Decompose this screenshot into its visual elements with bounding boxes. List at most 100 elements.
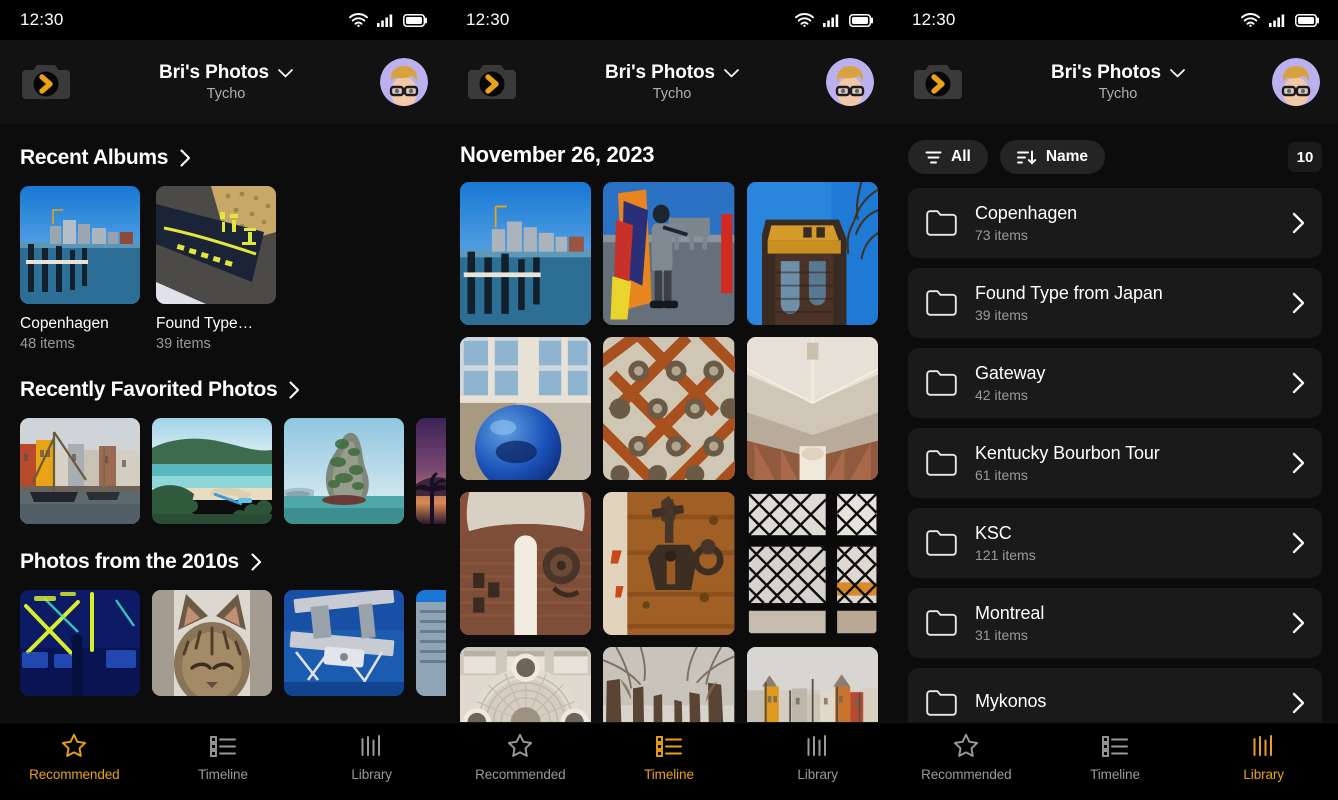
chevron-right-icon[interactable] — [1292, 692, 1306, 714]
header-subtitle: Tycho — [652, 86, 692, 102]
folder-icon — [926, 290, 957, 316]
bottom-tab-bar[interactable]: Recommended Timeline Library — [446, 722, 892, 800]
chevron-right-icon[interactable] — [1292, 532, 1306, 554]
favorited-photos-strip[interactable] — [0, 418, 446, 524]
bottom-tab-bar[interactable]: Recommended Timeline Library — [0, 722, 446, 800]
wifi-icon — [1241, 13, 1260, 27]
album-text: Gateway 42 items — [975, 363, 1275, 403]
photo-tile-nyhavn-waterfront[interactable] — [746, 647, 878, 722]
album-text: Found Type from Japan 39 items — [975, 283, 1275, 323]
tab-library[interactable]: Library — [1189, 732, 1338, 782]
avatar[interactable] — [380, 58, 428, 106]
battery-icon — [403, 13, 427, 27]
photo-tile-copenhagen-harbor-pylons[interactable] — [460, 182, 592, 326]
photo-tile-tabby-cat[interactable] — [152, 590, 272, 696]
header-title-block[interactable]: Bri's Photos Tycho — [72, 62, 380, 102]
photo-tile-cathedral-nave[interactable] — [746, 337, 878, 481]
album-text: Mykonos — [975, 691, 1275, 715]
star-icon — [61, 732, 87, 759]
section-header-2010s[interactable]: Photos from the 2010s — [0, 550, 446, 574]
filter-icon — [925, 151, 942, 163]
photo-tile-brick-tower-blue-sky[interactable] — [746, 182, 878, 326]
album-list-item[interactable]: KSC 121 items — [908, 508, 1322, 578]
recommended-scroll-body[interactable]: Recent Albums Copenhagen 48 items Found … — [0, 124, 446, 722]
photo-tile-domed-rotunda-ceiling[interactable] — [460, 647, 592, 722]
chevron-right-icon[interactable] — [1292, 212, 1306, 234]
status-icons — [349, 13, 428, 27]
album-list-item[interactable]: Mykonos — [908, 668, 1322, 722]
tab-timeline[interactable]: Timeline — [595, 732, 744, 782]
album-list-item[interactable]: Montreal 31 items — [908, 588, 1322, 658]
album-card[interactable]: Copenhagen 48 items — [20, 186, 140, 352]
photo-tile-tropical-beach[interactable] — [152, 418, 272, 524]
camera-logo-icon[interactable] — [20, 60, 72, 104]
avatar[interactable] — [826, 58, 874, 106]
tab-recommended[interactable]: Recommended — [892, 732, 1041, 782]
camera-logo-icon[interactable] — [466, 60, 518, 104]
sort-chip-name[interactable]: Name — [999, 140, 1106, 174]
tab-timeline[interactable]: Timeline — [149, 732, 298, 782]
photo-tile-city-skyscraper[interactable] — [416, 590, 446, 696]
folder-icon — [926, 450, 957, 476]
star-icon — [953, 732, 979, 759]
timeline-scroll-body[interactable]: November 26, 2023 — [446, 124, 892, 722]
section-title: Recently Favorited Photos — [20, 378, 278, 401]
chevron-down-icon[interactable] — [278, 68, 293, 78]
section-title: Recent Albums — [20, 146, 169, 169]
tab-recommended[interactable]: Recommended — [0, 732, 149, 782]
cellular-signal-icon — [1269, 14, 1285, 27]
library-scroll-body[interactable]: All Name 10 Copenhagen 73 items Found Ty… — [892, 124, 1338, 722]
chevron-right-icon[interactable] — [1292, 612, 1306, 634]
list-icon — [1102, 732, 1128, 759]
photo-tile-purple-sunset-palms[interactable] — [416, 418, 446, 524]
chevron-right-icon[interactable] — [1292, 372, 1306, 394]
tab-timeline[interactable]: Timeline — [1041, 732, 1190, 782]
chevron-right-icon[interactable] — [1292, 452, 1306, 474]
camera-logo-icon[interactable] — [912, 60, 964, 104]
album-list-item[interactable]: Found Type from Japan 39 items — [908, 268, 1322, 338]
tab-library[interactable]: Library — [297, 732, 446, 782]
recent-albums-row[interactable]: Copenhagen 48 items Found Type… 39 items — [0, 186, 446, 352]
photo-tile-neon-laser-club[interactable] — [20, 590, 140, 696]
status-icons — [795, 13, 874, 27]
photo-tile-vaulted-brick-chapel[interactable] — [460, 492, 592, 636]
chevron-right-icon[interactable] — [1292, 292, 1306, 314]
album-card[interactable]: Found Type… 39 items — [156, 186, 276, 352]
filter-sort-bar[interactable]: All Name 10 — [892, 140, 1338, 174]
tab-recommended[interactable]: Recommended — [446, 732, 595, 782]
album-list-item[interactable]: Kentucky Bourbon Tour 61 items — [908, 428, 1322, 498]
chevron-right-icon[interactable] — [180, 149, 191, 167]
chevron-down-icon[interactable] — [1170, 68, 1185, 78]
header-title-block[interactable]: Bri's Photos Tycho — [964, 62, 1272, 102]
tab-library[interactable]: Library — [743, 732, 892, 782]
bottom-tab-bar[interactable]: Recommended Timeline Library — [892, 722, 1338, 800]
photo-tile-karst-rock[interactable] — [284, 418, 404, 524]
photo-tile-iron-door-latch[interactable] — [603, 492, 735, 636]
album-list-item[interactable]: Copenhagen 73 items — [908, 188, 1322, 258]
section-header-recently-favorited[interactable]: Recently Favorited Photos — [0, 378, 446, 402]
three-phone-screens: 12:30 Bri's Photos Tycho Recent Albums C… — [0, 0, 1338, 800]
photos-2010s-strip[interactable] — [0, 590, 446, 696]
album-name: Copenhagen — [975, 203, 1078, 223]
page-title: Bri's Photos — [1051, 62, 1161, 83]
photo-tile-nyhavn-boats[interactable] — [20, 418, 140, 524]
filter-chip-all[interactable]: All — [908, 140, 988, 174]
chevron-down-icon[interactable] — [724, 68, 739, 78]
album-list-item[interactable]: Gateway 42 items — [908, 348, 1322, 418]
avatar[interactable] — [1272, 58, 1320, 106]
section-header-recent-albums[interactable]: Recent Albums — [0, 146, 446, 170]
photo-tile-space-station-truss[interactable] — [284, 590, 404, 696]
header-title-block[interactable]: Bri's Photos Tycho — [518, 62, 826, 102]
album-list[interactable]: Copenhagen 73 items Found Type from Japa… — [892, 174, 1338, 722]
chevron-right-icon[interactable] — [289, 381, 300, 399]
photo-tile-snowy-tree-path[interactable] — [603, 647, 735, 722]
photo-tile-lattice-window[interactable] — [746, 492, 878, 636]
list-icon — [656, 732, 682, 759]
photo-tile-blue-glass-sphere[interactable] — [460, 337, 592, 481]
photo-tile-ornate-wooden-ceiling[interactable] — [603, 337, 735, 481]
photo-grid[interactable] — [446, 168, 892, 722]
chevron-right-icon[interactable] — [251, 553, 262, 571]
photo-tile-person-carrying-kite[interactable] — [603, 182, 735, 326]
page-title: Bri's Photos — [605, 62, 715, 83]
battery-icon — [1295, 13, 1319, 27]
